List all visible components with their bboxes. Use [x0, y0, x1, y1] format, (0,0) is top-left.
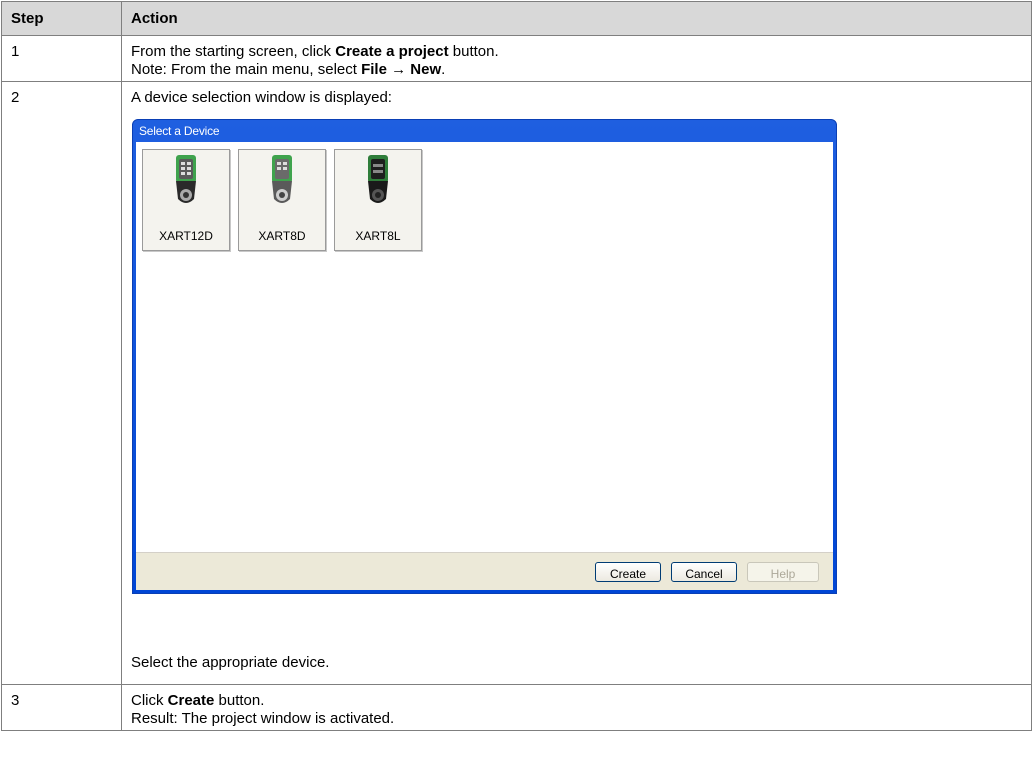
table-row: 1 From the starting screen, click Create… — [1, 35, 1032, 82]
text-segment: Click — [131, 692, 168, 709]
action-cell: Click Create button. Result: The project… — [121, 684, 1032, 731]
create-button[interactable]: Create — [595, 562, 661, 582]
cancel-button[interactable]: Cancel — [671, 562, 737, 582]
bold-text: File — [361, 61, 387, 78]
step-number-cell: 1 — [1, 35, 122, 82]
text-segment: button. — [448, 43, 499, 60]
action-text: Select the appropriate device. — [131, 654, 330, 671]
device-list: XART12D XART8D XART8L Create Cancel Help — [136, 142, 833, 590]
remote-control-icon — [176, 155, 196, 203]
device-tile-xart8d[interactable]: XART8D — [238, 149, 326, 251]
step-number: 3 — [11, 692, 20, 709]
text-segment: Note: From the main menu, select — [131, 61, 362, 78]
arrow-glyph: → — [386, 61, 411, 78]
device-tile-xart8l[interactable]: XART8L — [334, 149, 422, 251]
header-action: Action — [121, 1, 1032, 36]
device-name: XART12D — [159, 229, 213, 243]
bold-text: Create — [167, 692, 215, 709]
action-cell: From the starting screen, click Create a… — [121, 35, 1032, 82]
header-step: Step — [1, 1, 122, 36]
step-number-cell: 3 — [1, 684, 122, 731]
table-row: 2 A device selection window is displayed… — [1, 81, 1032, 685]
remote-control-icon — [368, 155, 388, 203]
text-segment: button. — [214, 692, 265, 709]
step-number: 2 — [11, 89, 20, 106]
text-segment: Result: The project window is activated. — [131, 710, 395, 727]
steps-table: Step Action 1 From the starting screen, … — [1, 1, 1032, 731]
bold-text: New — [410, 61, 442, 78]
remote-control-icon — [272, 155, 292, 203]
dialog-title: Select a Device — [139, 124, 220, 138]
step-number: 1 — [11, 43, 20, 60]
dialog-footer: Create Cancel Help — [136, 552, 833, 590]
action-text: From the starting screen, click Create a… — [122, 36, 1031, 79]
action-text: Click Create button. Result: The project… — [122, 685, 1031, 728]
device-name: XART8L — [355, 229, 401, 243]
text-segment: From the starting screen, click — [131, 43, 336, 60]
bold-text: Create a project — [335, 43, 449, 60]
table-row: 3 Click Create button. Result: The proje… — [1, 684, 1032, 731]
device-tile-xart12d[interactable]: XART12D — [142, 149, 230, 251]
step-number-cell: 2 — [1, 81, 122, 685]
action-cell: A device selection window is displayed: … — [121, 81, 1032, 685]
table-header-row: Step Action — [1, 1, 1032, 36]
text-segment: . — [441, 61, 446, 78]
action-text: A device selection window is displayed: — [131, 89, 392, 106]
help-button[interactable]: Help — [747, 562, 819, 582]
device-name: XART8D — [258, 229, 306, 243]
select-device-dialog: Select a Device XART12D XART8D XART8L Cr… — [132, 119, 837, 594]
